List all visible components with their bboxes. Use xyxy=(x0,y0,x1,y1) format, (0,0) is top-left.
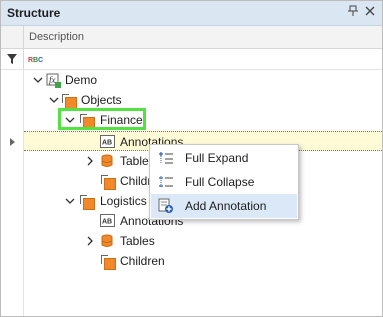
close-icon[interactable] xyxy=(363,5,377,19)
row-indicator-gutter xyxy=(1,70,24,316)
orange-square-icon xyxy=(61,93,77,109)
svg-text:AB: AB xyxy=(102,219,112,226)
chevron-down-icon[interactable] xyxy=(48,94,60,106)
finance-highlight-box xyxy=(58,108,146,130)
tree-label-demo: Demo xyxy=(65,73,98,87)
chevron-down-icon[interactable] xyxy=(32,74,44,86)
menu-item-full-collapse[interactable]: Full Collapse xyxy=(151,170,297,194)
current-row-marker-icon xyxy=(9,136,17,146)
tree-row-logistics-tables[interactable]: Tables xyxy=(24,231,382,251)
filter-divider xyxy=(23,49,24,69)
funnel-icon[interactable] xyxy=(6,53,18,65)
function-icon: fx xyxy=(46,73,62,88)
structure-panel: Structure Description R B C fx Demo Obje… xyxy=(0,0,383,317)
svg-text:AB: AB xyxy=(102,140,112,147)
menu-label-full-expand: Full Expand xyxy=(185,151,249,165)
filter-row[interactable]: R B C xyxy=(1,49,382,70)
tree-label-logistics: Logistics xyxy=(100,194,147,208)
svg-text:C: C xyxy=(38,57,43,64)
svg-text:fx: fx xyxy=(49,75,56,85)
database-icon xyxy=(100,154,116,168)
description-column-label[interactable]: Description xyxy=(29,31,84,43)
chevron-right-icon[interactable] xyxy=(84,155,96,167)
tree-label-logistics-children: Children xyxy=(120,254,165,268)
orange-square-icon xyxy=(100,254,116,270)
tree-label-objects: Objects xyxy=(81,93,122,107)
add-annotation-icon xyxy=(158,198,174,214)
ab-text-icon: AB xyxy=(100,135,116,149)
orange-square-icon xyxy=(79,194,95,210)
expand-tree-icon xyxy=(158,150,174,166)
text-filter-icon[interactable]: R B C xyxy=(28,53,44,65)
tree-row-demo[interactable]: fx Demo xyxy=(24,70,382,90)
tree-row-logistics-children[interactable]: Children xyxy=(24,251,382,271)
tree-row-objects[interactable]: Objects xyxy=(24,90,382,110)
menu-item-add-annotation[interactable]: Add Annotation xyxy=(151,194,297,218)
panel-titlebar: Structure xyxy=(1,1,382,26)
collapse-tree-icon xyxy=(158,174,174,190)
menu-item-full-expand[interactable]: Full Expand xyxy=(151,146,297,170)
column-header: Description xyxy=(1,26,382,49)
chevron-right-icon[interactable] xyxy=(84,235,96,247)
database-icon xyxy=(100,234,116,248)
indicator-column-header xyxy=(1,26,24,48)
context-menu: Full Expand Full Collapse Add Annotation xyxy=(149,144,299,220)
panel-title: Structure xyxy=(7,6,61,20)
tree-label-logistics-tables: Tables xyxy=(120,234,155,248)
orange-square-icon xyxy=(100,174,116,190)
pin-icon[interactable] xyxy=(346,5,360,19)
menu-label-add-annotation: Add Annotation xyxy=(185,199,267,213)
ab-text-icon: AB xyxy=(100,214,116,228)
menu-label-full-collapse: Full Collapse xyxy=(185,175,255,189)
chevron-down-icon[interactable] xyxy=(64,195,76,207)
